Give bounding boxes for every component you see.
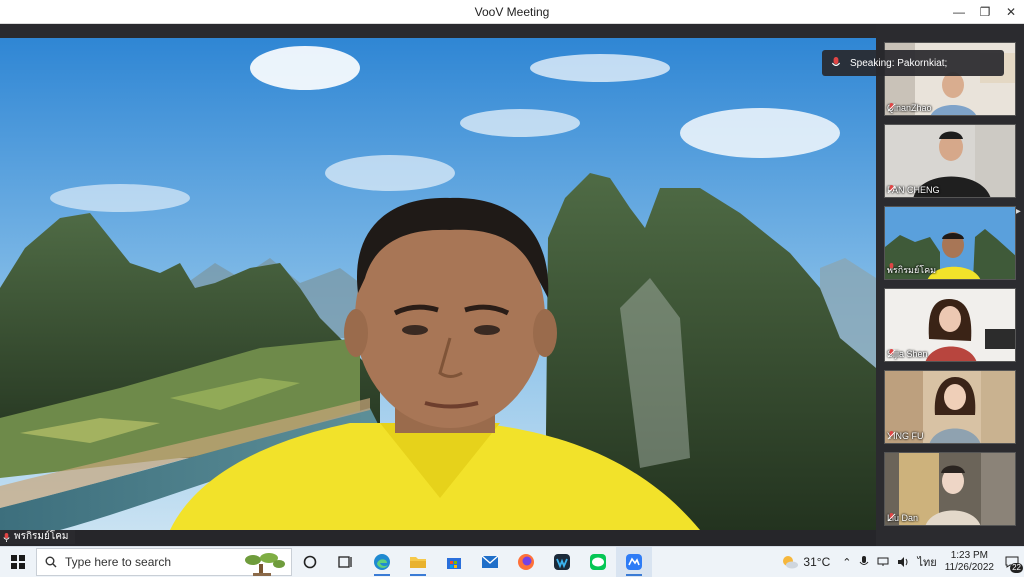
mail-icon xyxy=(481,555,499,568)
task-view-button[interactable] xyxy=(328,547,364,577)
windows-logo-icon xyxy=(11,555,25,569)
participant-label: YING FU xyxy=(887,431,924,441)
close-button[interactable]: ✕ xyxy=(998,0,1024,23)
clock-date: 11/26/2022 xyxy=(944,562,994,573)
taskbar-app-store[interactable] xyxy=(436,547,472,577)
speaker-icon[interactable] xyxy=(897,557,909,567)
taskbar: Type here to search 31°C ⌃ ไทย 1:23 PM 1… xyxy=(0,546,1024,577)
bonsai-tree-icon xyxy=(245,553,285,576)
mic-muted-icon xyxy=(887,103,896,112)
task-view-icon xyxy=(338,556,352,568)
search-placeholder: Type here to search xyxy=(65,555,172,569)
mic-icon xyxy=(3,532,10,542)
participant-label: พรกิรมย์โคม xyxy=(887,263,936,277)
participant-label: Liu Dan xyxy=(887,513,918,523)
mic-muted-icon xyxy=(887,431,896,440)
video-bottom-strip xyxy=(0,530,876,546)
speaker-name: พรกิรมย์โคม xyxy=(14,531,69,542)
taskbar-app-voov-meeting[interactable] xyxy=(616,547,652,577)
weather-temp: 31°C xyxy=(803,555,831,569)
mic-icon xyxy=(889,263,894,269)
tray-icons: ⌃ ไทย xyxy=(842,553,937,571)
notification-center-button[interactable]: 22 xyxy=(1000,547,1024,577)
start-button[interactable] xyxy=(0,547,36,577)
mic-muted-icon xyxy=(887,349,896,358)
search-icon xyxy=(45,556,57,568)
participant-tile[interactable]: Sijia Shen xyxy=(884,288,1016,362)
store-icon xyxy=(447,558,461,569)
speaking-indicator: Speaking: Pakornkiat; xyxy=(822,50,1004,76)
participant-label: Sijia Shen xyxy=(887,349,928,359)
microphone-icon[interactable] xyxy=(859,556,869,568)
main-speaker-video[interactable] xyxy=(0,38,876,530)
notification-badge: 22 xyxy=(1010,563,1023,573)
network-icon[interactable] xyxy=(877,557,889,567)
edge-icon xyxy=(374,554,390,570)
restore-button[interactable]: ❐ xyxy=(972,0,998,23)
circle-icon xyxy=(303,555,317,569)
mic-muted-icon xyxy=(887,185,896,194)
folder-icon xyxy=(410,557,426,568)
speaking-label: Speaking: Pakornkiat; xyxy=(850,57,948,69)
input-language[interactable]: ไทย xyxy=(917,553,936,571)
cortana-button[interactable] xyxy=(292,547,328,577)
taskbar-search-box[interactable]: Type here to search xyxy=(36,548,292,576)
minimize-button[interactable]: — xyxy=(946,0,972,23)
participant-label: QinanZhao xyxy=(887,103,932,113)
taskbar-app-mail[interactable] xyxy=(472,547,508,577)
mic-muted-icon xyxy=(887,513,896,522)
participant-gallery: ▶ QinanZhao FAN CHENG พรกิรมย์โคม Sijia … xyxy=(876,24,1024,546)
participant-tile[interactable]: พรกิรมย์โคม xyxy=(884,206,1016,280)
taskbar-clock[interactable]: 1:23 PM 11/26/2022 xyxy=(945,550,994,574)
participant-tile[interactable]: FAN CHENG xyxy=(884,124,1016,198)
participant-tile[interactable]: Liu Dan xyxy=(884,452,1016,526)
system-tray: 31°C ⌃ ไทย 1:23 PM 11/26/2022 22 xyxy=(781,547,1024,577)
taskbar-app-firefox[interactable] xyxy=(508,547,544,577)
voov-meeting-icon xyxy=(626,554,642,570)
window-title: VooV Meeting xyxy=(474,4,550,19)
taskbar-app-edge[interactable] xyxy=(364,547,400,577)
line-app-icon xyxy=(590,554,606,570)
speaker-name-tag: พรกิรมย์โคม xyxy=(0,530,75,544)
sun-cloud-icon xyxy=(783,556,799,569)
participant-label: FAN CHENG xyxy=(887,185,940,195)
weather-widget[interactable]: 31°C xyxy=(781,554,830,570)
participant-tile[interactable]: YING FU xyxy=(884,370,1016,444)
title-bar: VooV Meeting — ❐ ✕ xyxy=(0,0,1024,24)
clock-time: 1:23 PM xyxy=(950,550,988,561)
speaker-video-frame xyxy=(0,38,876,530)
mic-icon xyxy=(831,57,841,66)
firefox-icon xyxy=(518,554,534,570)
taskbar-app-webex[interactable] xyxy=(544,547,580,577)
webex-icon xyxy=(554,554,570,570)
taskbar-app-line[interactable] xyxy=(580,547,616,577)
chevron-up-icon[interactable]: ⌃ xyxy=(842,556,851,569)
taskbar-app-file-explorer[interactable] xyxy=(400,547,436,577)
toolbar-strip xyxy=(0,24,876,38)
window-controls: — ❐ ✕ xyxy=(946,0,1024,23)
